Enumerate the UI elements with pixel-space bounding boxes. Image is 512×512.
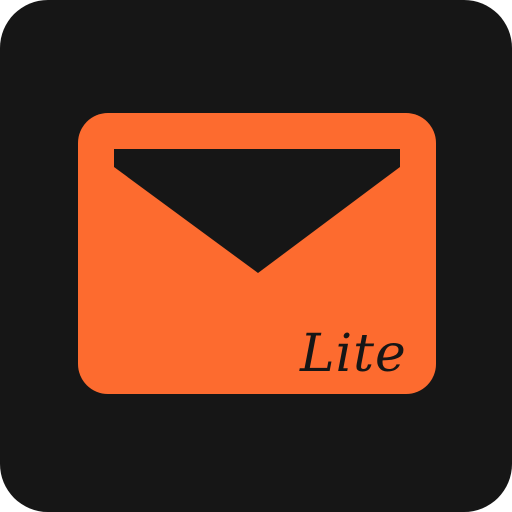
app-icon[interactable]: Lite — [0, 0, 512, 512]
lite-badge-label: Lite — [300, 324, 407, 384]
